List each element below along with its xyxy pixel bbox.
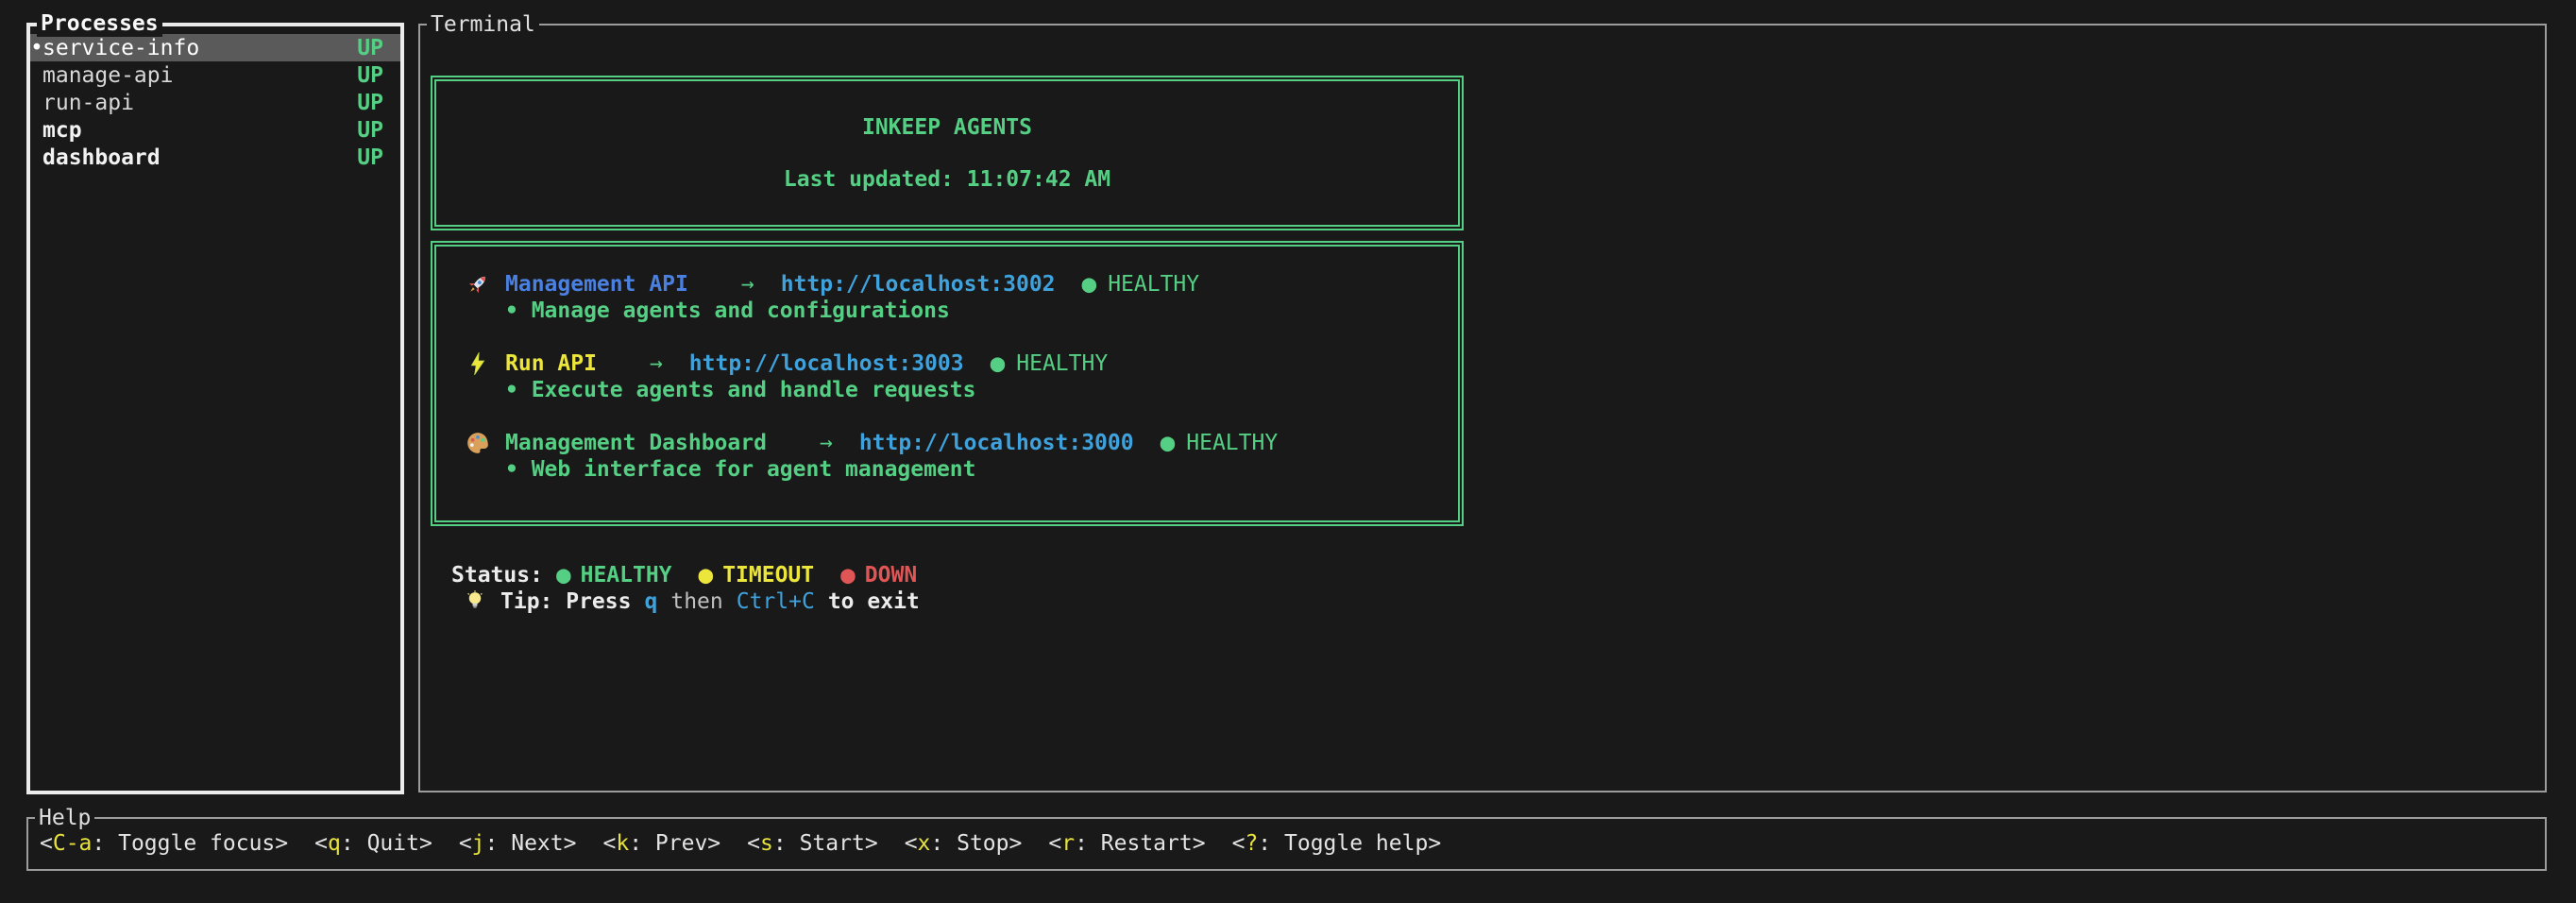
service-description: • Manage agents and configurations xyxy=(436,298,1458,324)
process-name: manage-api xyxy=(42,62,173,89)
help-item-start: <s: Start> xyxy=(747,830,878,857)
service-description: • Execute agents and handle requests xyxy=(436,377,1458,403)
app-title: INKEEP AGENTS xyxy=(862,114,1032,141)
help-item-restart: <r: Restart> xyxy=(1048,830,1205,857)
process-name: mcp xyxy=(42,117,82,144)
timeout-dot-icon: ● xyxy=(699,562,714,588)
process-list: • service-info UP manage-api UP run-api … xyxy=(30,26,400,171)
help-item-next: <j: Next> xyxy=(459,830,577,857)
help-item-toggle-focus: <C-a: Toggle focus> xyxy=(40,830,288,857)
service-name: Management API xyxy=(505,271,688,298)
help-keybindings: <C-a: Toggle focus> <q: Quit> <j: Next> … xyxy=(28,819,2545,867)
help-key: q xyxy=(328,831,341,856)
process-status-badge: UP xyxy=(357,117,383,144)
lightning-icon xyxy=(465,351,491,376)
processes-panel-title: Processes xyxy=(37,10,162,37)
help-key: s xyxy=(760,831,773,856)
process-name: run-api xyxy=(42,90,134,116)
palette-icon xyxy=(465,431,491,455)
processes-panel[interactable]: Processes • service-info UP manage-api U… xyxy=(26,23,404,794)
rocket-icon xyxy=(465,272,491,297)
help-key: C-a xyxy=(53,831,93,856)
bulb-icon xyxy=(465,589,485,614)
legend-label: Status: xyxy=(451,562,543,588)
help-item-quit: <q: Quit> xyxy=(314,830,432,857)
services-box: Management API → http://localhost:3002 ●… xyxy=(431,241,1464,526)
process-row-manage-api[interactable]: manage-api UP xyxy=(30,61,400,89)
legend-healthy: ● HEALTHY xyxy=(556,562,672,588)
help-item-prev: <k: Prev> xyxy=(602,830,720,857)
help-key: k xyxy=(616,831,629,856)
help-panel: Help <C-a: Toggle focus> <q: Quit> <j: N… xyxy=(26,817,2547,871)
last-updated-text: Last updated: 11:07:42 AM xyxy=(784,166,1110,193)
service-name: Run API xyxy=(505,350,597,377)
legend-timeout-label: TIMEOUT xyxy=(722,562,814,588)
service-status: HEALTHY xyxy=(1108,271,1199,298)
status-legend: Status: ● HEALTHY ● TIMEOUT ● DOWN Tip: … xyxy=(451,562,943,615)
arrow-icon: → xyxy=(650,350,663,377)
process-status-badge: UP xyxy=(357,62,383,89)
legend-down: ● DOWN xyxy=(840,562,917,588)
service-url[interactable]: http://localhost:3003 xyxy=(689,350,964,377)
help-item-toggle-help: <?: Toggle help> xyxy=(1232,830,1442,857)
service-row-management-api: Management API → http://localhost:3002 ●… xyxy=(436,271,1458,324)
process-row-mcp[interactable]: mcp UP xyxy=(30,116,400,144)
tip-prefix: Tip: Press xyxy=(500,588,631,615)
arrow-icon: → xyxy=(741,271,754,298)
service-description: • Web interface for agent management xyxy=(436,456,1458,483)
tip-suffix: to exit xyxy=(828,588,920,615)
service-url[interactable]: http://localhost:3002 xyxy=(781,271,1056,298)
process-status-badge: UP xyxy=(357,35,383,61)
service-row-management-dashboard: Management Dashboard → http://localhost:… xyxy=(436,430,1458,483)
legend-healthy-label: HEALTHY xyxy=(581,562,672,588)
service-url[interactable]: http://localhost:3000 xyxy=(859,430,1134,456)
help-key: r xyxy=(1061,831,1075,856)
service-status: HEALTHY xyxy=(1016,350,1108,377)
tip-line: Tip: Press q then Ctrl+C to exit xyxy=(451,588,943,615)
process-row-dashboard[interactable]: dashboard UP xyxy=(30,144,400,171)
healthy-dot-icon: ● xyxy=(991,350,1006,377)
tip-key-q: q xyxy=(644,588,657,615)
process-name: dashboard xyxy=(42,145,161,171)
tip-key-ctrl-c: Ctrl+C xyxy=(737,588,815,615)
process-name: service-info xyxy=(42,35,199,61)
healthy-dot-icon: ● xyxy=(556,562,571,588)
process-status-badge: UP xyxy=(357,90,383,116)
process-row-run-api[interactable]: run-api UP xyxy=(30,89,400,116)
down-dot-icon: ● xyxy=(840,562,856,588)
terminal-panel-title: Terminal xyxy=(427,11,539,38)
legend-timeout: ● TIMEOUT xyxy=(699,562,815,588)
legend-down-label: DOWN xyxy=(865,562,917,588)
healthy-dot-icon: ● xyxy=(1161,430,1176,456)
help-key: ? xyxy=(1245,831,1258,856)
header-box: INKEEP AGENTS Last updated: 11:07:42 AM xyxy=(431,76,1464,230)
help-key: j xyxy=(472,831,485,856)
terminal-panel[interactable]: Terminal INKEEP AGENTS Last updated: 11:… xyxy=(418,24,2547,792)
process-row-service-info[interactable]: • service-info UP xyxy=(30,34,400,61)
service-row-run-api: Run API → http://localhost:3003 ● HEALTH… xyxy=(436,350,1458,403)
help-item-stop: <x: Stop> xyxy=(905,830,1023,857)
healthy-dot-icon: ● xyxy=(1082,271,1097,298)
service-status: HEALTHY xyxy=(1186,430,1278,456)
help-key: x xyxy=(918,831,931,856)
tip-mid: then xyxy=(670,588,722,615)
process-status-badge: UP xyxy=(357,145,383,171)
selected-marker: • xyxy=(30,35,42,61)
help-panel-title: Help xyxy=(35,805,94,831)
service-name: Management Dashboard xyxy=(505,430,767,456)
arrow-icon: → xyxy=(820,430,833,456)
